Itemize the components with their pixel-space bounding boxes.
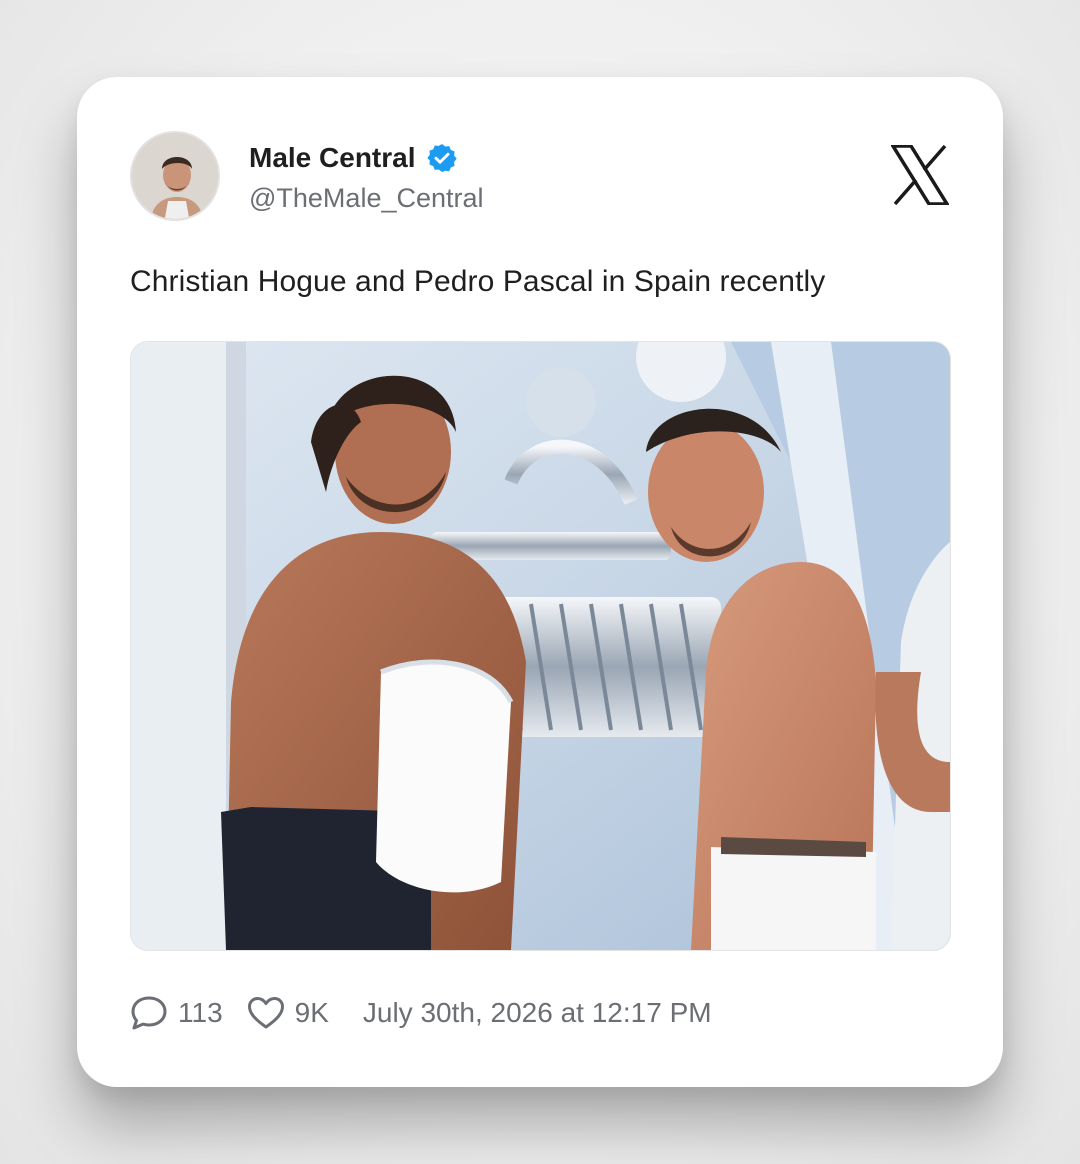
post-timestamp[interactable]: July 30th, 2026 at 12:17 PM: [363, 997, 712, 1029]
verified-badge-icon: [426, 144, 457, 172]
like-count: 9K: [294, 997, 329, 1028]
avatar[interactable]: [130, 131, 220, 221]
heart-icon: [247, 997, 284, 1029]
reply-count: 113: [178, 997, 223, 1028]
reply-icon: [131, 996, 167, 1030]
avatar-image: [132, 133, 218, 219]
display-name[interactable]: Male Central: [249, 142, 416, 174]
post-photo[interactable]: [130, 341, 951, 951]
post-footer: 113 9K July 30th, 2026 at 12:17 PM: [130, 993, 712, 1033]
x-logo-icon[interactable]: [891, 145, 949, 205]
user-handle[interactable]: @TheMale_Central: [249, 183, 484, 214]
photo-image: [131, 342, 950, 950]
like-stat[interactable]: 9K: [247, 996, 329, 1030]
reply-stat[interactable]: 113: [130, 995, 223, 1031]
display-name-row: Male Central: [249, 142, 458, 174]
post-text: Christian Hogue and Pedro Pascal in Spai…: [130, 265, 826, 298]
post-card: Male Central @TheMale_Central Christian …: [77, 77, 1003, 1087]
